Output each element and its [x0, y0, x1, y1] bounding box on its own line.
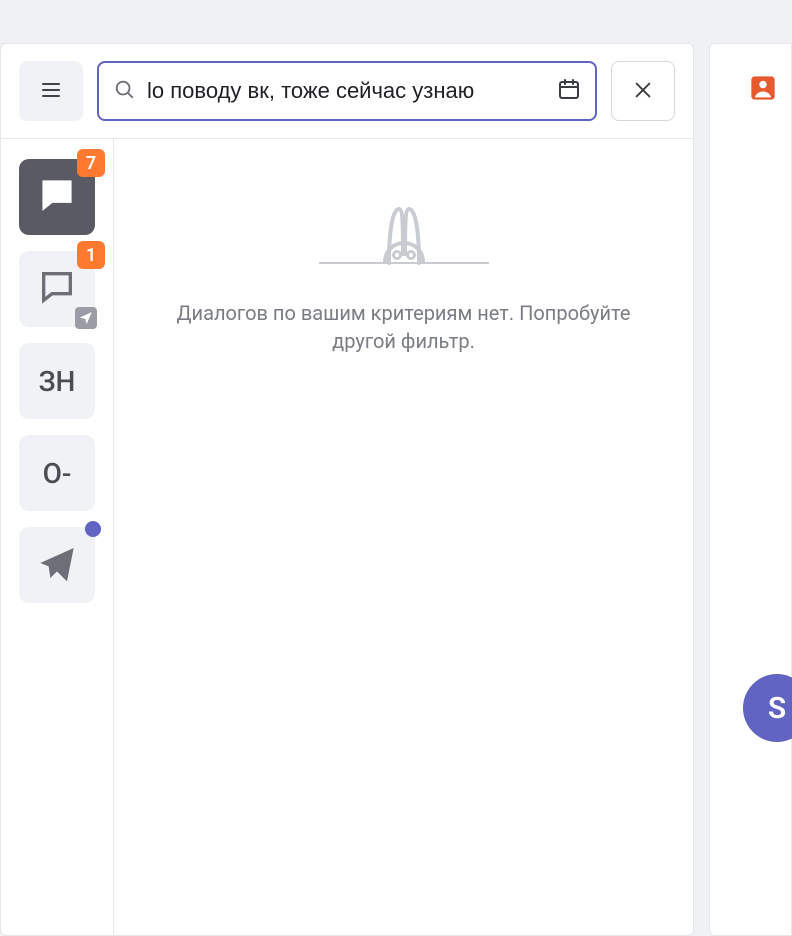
user-avatar-icon[interactable]: [749, 74, 777, 102]
empty-state-illustration: [319, 199, 489, 273]
chat-bubble-outline-icon: [37, 267, 77, 311]
clear-search-button[interactable]: [611, 61, 675, 121]
channel-sidebar: 7 1 ЗН: [1, 139, 114, 935]
sidebar-tab-o[interactable]: О-: [19, 435, 95, 511]
sidebar-tab-label: О-: [43, 457, 72, 490]
details-panel: S: [709, 43, 792, 936]
hamburger-icon: [39, 78, 63, 105]
hamburger-menu-button[interactable]: [19, 61, 83, 121]
sidebar-tab-telegram[interactable]: [19, 527, 95, 603]
close-icon: [632, 79, 654, 104]
dialogs-header: [1, 44, 693, 139]
badge-count: 1: [77, 241, 105, 269]
sidebar-tab-chats[interactable]: 7: [19, 159, 95, 235]
mute-indicator-icon: [75, 307, 97, 329]
search-input[interactable]: [147, 78, 545, 104]
search-field-wrapper[interactable]: [97, 61, 597, 121]
badge-count: 7: [77, 149, 105, 177]
empty-state-message: Диалогов по вашим критериям нет. Попробу…: [144, 299, 664, 355]
window-top-strip: [0, 0, 792, 43]
calendar-icon[interactable]: [557, 77, 581, 105]
support-fab[interactable]: S: [743, 674, 792, 742]
search-icon: [113, 78, 135, 104]
sidebar-tab-label: ЗН: [39, 365, 76, 398]
dialogs-panel: 7 1 ЗН: [0, 43, 694, 936]
sidebar-tab-secondary-chats[interactable]: 1: [19, 251, 95, 327]
paper-plane-icon: [37, 543, 77, 587]
dialogs-list-area: Диалогов по вашим критериям нет. Попробу…: [114, 139, 693, 935]
sidebar-tab-zn[interactable]: ЗН: [19, 343, 95, 419]
fab-letter: S: [768, 691, 786, 726]
notification-dot-icon: [85, 521, 101, 537]
chat-bubble-icon: [37, 175, 77, 219]
